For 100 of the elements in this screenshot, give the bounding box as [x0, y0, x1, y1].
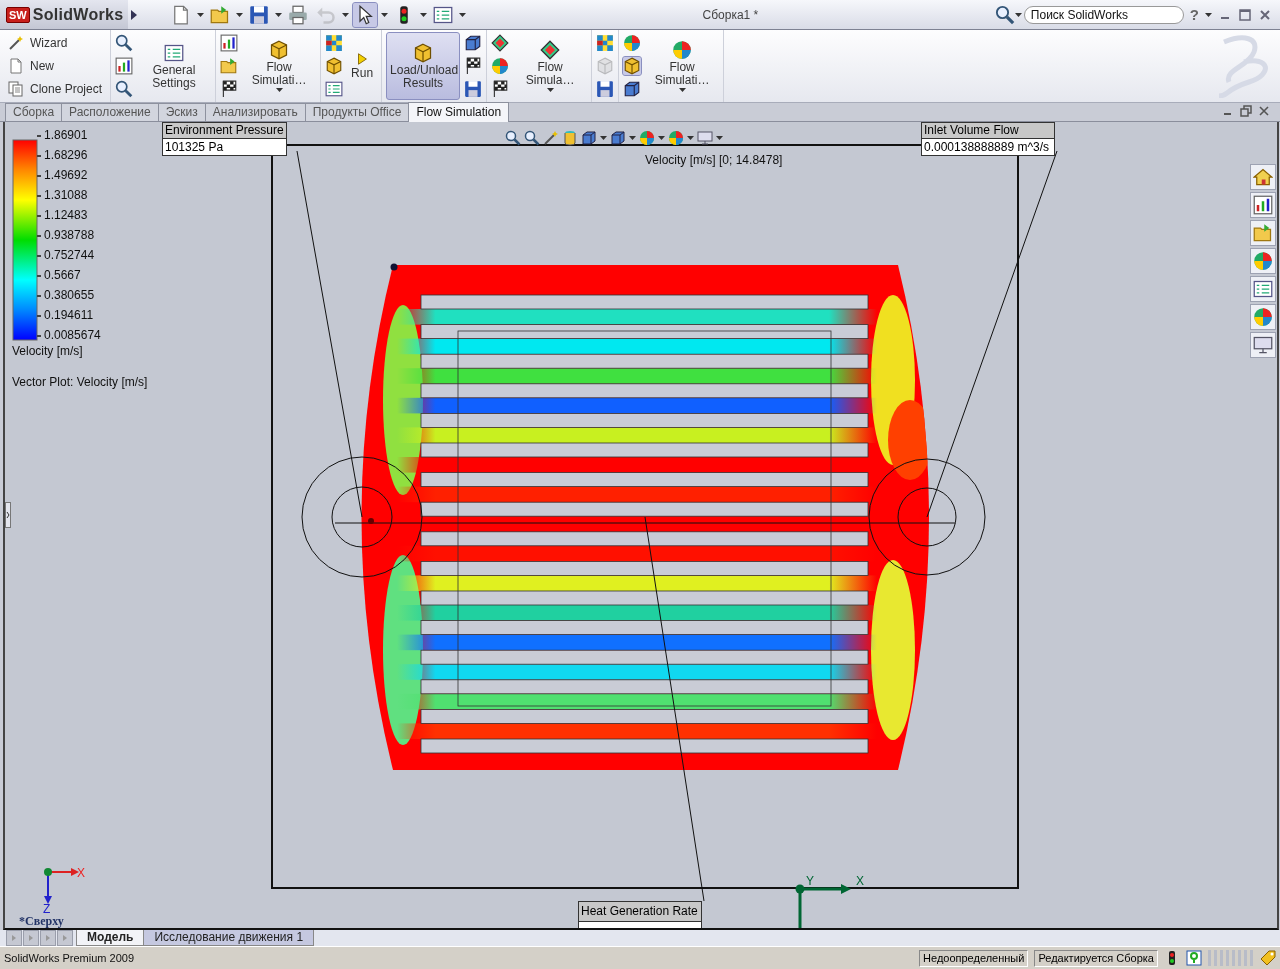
box-icon[interactable]	[464, 34, 483, 53]
help-icon[interactable]	[1186, 950, 1202, 966]
cursor-icon[interactable]	[353, 2, 377, 27]
tab[interactable]: Расположение	[61, 103, 159, 121]
close-icon[interactable]	[1258, 105, 1270, 117]
caret-icon[interactable]	[197, 12, 204, 17]
scale-value: 1.49692	[44, 168, 89, 184]
status-text: SolidWorks Premium 2009	[4, 952, 134, 964]
close-icon[interactable]	[1258, 7, 1272, 22]
ribbon-button[interactable]: Flow Simulati…	[242, 32, 317, 100]
app-logo: SolidWorks	[32, 5, 124, 24]
diamond-icon[interactable]	[491, 34, 510, 53]
caret-icon[interactable]	[1014, 12, 1022, 17]
plot-caption: Vector Plot: Velocity [m/s]	[12, 375, 148, 389]
monitor-icon[interactable]	[697, 130, 713, 146]
sphere-icon[interactable]	[639, 130, 655, 146]
cube-icon[interactable]	[325, 57, 344, 75]
ribbon-button[interactable]: Run	[347, 32, 378, 100]
caret-icon[interactable]	[600, 136, 607, 140]
chart-icon[interactable]	[115, 57, 134, 75]
tag-icon[interactable]	[1260, 950, 1276, 966]
wand-icon[interactable]	[8, 35, 24, 52]
caret-icon[interactable]	[342, 12, 349, 17]
scale-value: 0.5667	[44, 268, 82, 284]
box-icon[interactable]	[610, 130, 626, 146]
cube-icon[interactable]	[269, 40, 290, 60]
scale-value: 1.12483	[44, 208, 89, 224]
restore-icon[interactable]	[1240, 105, 1252, 117]
tab[interactable]: Исследование движения 1	[143, 930, 315, 946]
caret-icon[interactable]	[687, 136, 694, 140]
monitor-icon[interactable]	[1250, 332, 1276, 358]
tab[interactable]: Модель	[76, 930, 145, 946]
maximize-icon[interactable]	[1238, 7, 1252, 22]
wand-icon[interactable]	[543, 130, 559, 146]
checkered-flag-icon[interactable]	[491, 79, 510, 98]
box-icon[interactable]	[623, 79, 642, 98]
ribbon-button[interactable]: Flow Simulati…	[645, 32, 720, 100]
magnifier-icon[interactable]	[115, 79, 134, 98]
caret-icon[interactable]	[275, 88, 283, 92]
checklist-icon[interactable]	[1250, 276, 1276, 302]
scale-value: 0.752744	[44, 248, 96, 264]
help-button[interactable]: ?	[1189, 6, 1199, 23]
caret-icon[interactable]	[236, 12, 243, 17]
scale-value: 1.31088	[44, 188, 89, 204]
folder-icon[interactable]	[220, 57, 239, 75]
folder-icon[interactable]	[1250, 220, 1276, 246]
resize-grip	[1208, 950, 1254, 966]
checklist-icon[interactable]	[325, 79, 344, 98]
callout-value: 101325 Pa	[164, 139, 225, 155]
copy-icon[interactable]	[8, 80, 24, 97]
window-title: Сборка1 *	[702, 7, 759, 22]
chart-icon[interactable]	[220, 34, 239, 53]
caret-icon[interactable]	[275, 12, 282, 17]
axis-label: Y	[806, 874, 814, 888]
ribbon-button[interactable]: Flow Simula…	[513, 32, 588, 100]
chart-icon[interactable]	[1250, 192, 1276, 218]
diamond-icon[interactable]	[540, 40, 561, 60]
tab[interactable]: Flow Simulation	[408, 102, 510, 122]
caret-icon[interactable]	[459, 12, 466, 17]
tab[interactable]: Сборка	[5, 103, 63, 121]
cube-icon[interactable]	[413, 42, 434, 63]
magnifier-icon[interactable]	[505, 130, 521, 146]
ribbon-button[interactable]: Wizard	[8, 35, 103, 52]
magnifier-icon[interactable]	[524, 130, 540, 146]
tab[interactable]: Продукты Office	[304, 103, 410, 121]
checklist-icon[interactable]	[164, 42, 185, 63]
box-icon[interactable]	[581, 130, 597, 146]
ribbon-button[interactable]: General Settings	[137, 32, 212, 100]
magnifier-icon[interactable]	[994, 4, 1015, 25]
caret-icon[interactable]	[546, 88, 554, 92]
tab[interactable]: Эскиз	[157, 103, 206, 121]
caret-icon[interactable]	[1205, 12, 1212, 17]
expand-arrow-icon[interactable]	[131, 9, 137, 20]
caret-icon[interactable]	[658, 136, 665, 140]
ribbon-button[interactable]: Clone Project	[8, 80, 103, 97]
checkered-flag-icon[interactable]	[220, 79, 239, 98]
cylinder-icon[interactable]	[562, 130, 578, 146]
caret-icon[interactable]	[381, 12, 388, 17]
grid-icon[interactable]	[596, 34, 615, 53]
magnifier-icon[interactable]	[115, 34, 134, 53]
caret-icon[interactable]	[420, 12, 427, 17]
callout-title: Environment Pressure	[163, 123, 286, 139]
caret-icon[interactable]	[629, 136, 636, 140]
sphere-icon[interactable]	[668, 130, 684, 146]
scale-value: 0.380655	[44, 288, 96, 304]
cube-icon[interactable]	[623, 57, 642, 75]
grid-icon[interactable]	[325, 34, 344, 53]
tab[interactable]: Анализировать	[204, 103, 306, 121]
caret-icon[interactable]	[716, 136, 723, 140]
caret-icon[interactable]	[678, 88, 686, 92]
search-field[interactable]: Поиск SolidWorks	[1023, 5, 1184, 24]
panel-handle-icon[interactable]	[5, 502, 11, 528]
ribbon-button[interactable]: Load/Unload Results	[386, 32, 461, 100]
checkered-flag-icon[interactable]	[464, 57, 483, 75]
callout-title: Heat Generation Rate	[579, 902, 701, 922]
play-icon[interactable]	[355, 52, 370, 66]
document-icon[interactable]	[8, 58, 24, 74]
axis-label: X	[856, 874, 864, 888]
home-icon[interactable]	[1250, 164, 1276, 190]
ribbon-button[interactable]: New	[8, 58, 103, 74]
